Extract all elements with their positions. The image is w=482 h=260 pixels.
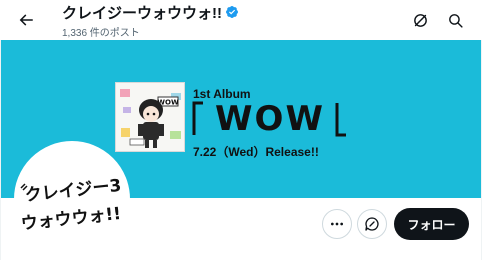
- more-horizontal-icon: [331, 222, 343, 226]
- avatar[interactable]: クレイジー3 ウォウウォ!!: [14, 141, 130, 257]
- back-button[interactable]: [10, 4, 42, 36]
- profile-name: クレイジーウォウウォ!!: [62, 4, 222, 22]
- verified-badge-icon: [225, 5, 239, 19]
- post-count: 1,336 件のポスト: [62, 28, 140, 39]
- grok-chat-button[interactable]: [357, 209, 387, 239]
- avatar-logo: クレイジー3 ウォウウォ!!: [17, 144, 127, 254]
- album-name-box: WOW: [191, 100, 348, 138]
- grok-button[interactable]: [404, 4, 436, 36]
- album-illustration: WOW: [116, 83, 184, 151]
- search-icon: [448, 13, 463, 28]
- arrow-left-icon: [19, 14, 33, 26]
- header-title-block: クレイジーウォウウォ!! 1,336 件のポスト: [62, 3, 239, 39]
- release-date: 7.22（Wed）Release!!: [193, 145, 319, 159]
- grok-icon: [413, 13, 427, 27]
- album-name: WOW: [215, 99, 325, 139]
- profile-header: クレイジーウォウウォ!! 1,336 件のポスト: [0, 0, 482, 40]
- album-cover-image: WOW: [115, 82, 185, 152]
- search-button[interactable]: [439, 4, 471, 36]
- grok-chat-icon: [365, 217, 379, 231]
- more-button[interactable]: [322, 209, 352, 239]
- follow-button[interactable]: フォロー: [394, 208, 469, 240]
